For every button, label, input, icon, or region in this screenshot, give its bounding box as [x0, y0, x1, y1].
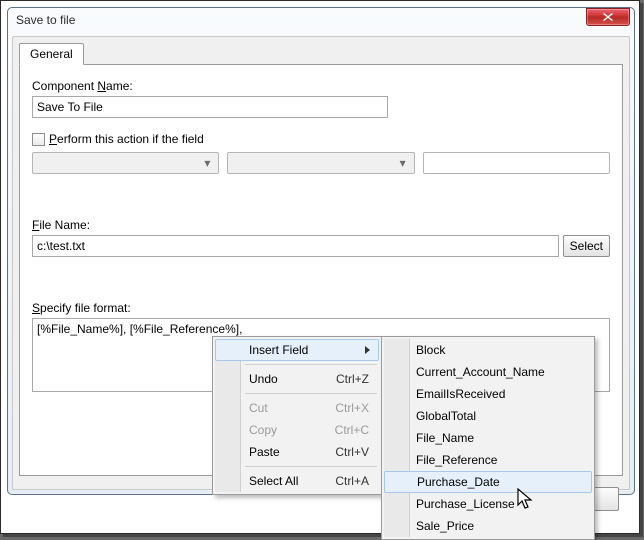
perform-action-label[interactable]: Perform this action if the field — [49, 132, 204, 146]
file-format-label: Specify file format: — [32, 301, 610, 315]
menu-copy[interactable]: Copy Ctrl+C — [215, 419, 379, 441]
menu-insert-field[interactable]: Insert Field — [215, 339, 379, 361]
condition-field-combo[interactable]: ▾ — [32, 152, 219, 174]
menu-undo[interactable]: Undo Ctrl+Z — [215, 368, 379, 390]
field-item-file_reference[interactable]: File_Reference — [384, 449, 592, 471]
perform-action-checkbox[interactable] — [32, 133, 45, 146]
condition-row: ▾ ▾ — [32, 152, 610, 174]
file-name-input[interactable] — [32, 235, 559, 257]
menu-cut[interactable]: Cut Ctrl+X — [215, 397, 379, 419]
titlebar[interactable]: Save to file — [8, 8, 634, 32]
insert-field-submenu: BlockCurrent_Account_NameEmailIsReceived… — [381, 336, 595, 540]
menu-separator — [245, 466, 377, 467]
field-item-sale_price[interactable]: Sale_Price — [384, 515, 592, 537]
condition-op-combo[interactable]: ▾ — [227, 152, 414, 174]
tab-general[interactable]: General — [19, 43, 84, 65]
context-menu: Insert Field Undo Ctrl+Z Cut Ctrl+X Copy… — [212, 336, 382, 495]
file-name-label: File Name: — [32, 218, 610, 232]
field-item-purchase_license[interactable]: Purchase_License — [384, 493, 592, 515]
chevron-down-icon: ▾ — [395, 156, 411, 170]
file-name-row: File Name: Select — [32, 218, 610, 257]
perform-action-row: Perform this action if the field — [32, 132, 610, 146]
outer-frame: Save to file General Component Name: — [0, 0, 640, 534]
component-name-row: Component Name: — [32, 79, 610, 118]
component-name-input[interactable] — [32, 96, 388, 118]
menu-select-all[interactable]: Select All Ctrl+A — [215, 470, 379, 492]
tabstrip: General — [19, 43, 623, 65]
field-item-globaltotal[interactable]: GlobalTotal — [384, 405, 592, 427]
menu-separator — [245, 364, 377, 365]
field-item-file_name[interactable]: File_Name — [384, 427, 592, 449]
component-name-label: Component Name: — [32, 79, 610, 93]
submenu-arrow-icon — [365, 346, 370, 354]
condition-value-input[interactable] — [423, 152, 610, 174]
close-icon — [603, 13, 613, 21]
field-item-block[interactable]: Block — [384, 339, 592, 361]
menu-paste[interactable]: Paste Ctrl+V — [215, 441, 379, 463]
field-item-purchase_date[interactable]: Purchase_Date — [384, 471, 592, 493]
field-item-emailisreceived[interactable]: EmailIsReceived — [384, 383, 592, 405]
field-item-current_account_name[interactable]: Current_Account_Name — [384, 361, 592, 383]
window-title: Save to file — [16, 13, 586, 27]
menu-separator — [245, 393, 377, 394]
chevron-down-icon: ▾ — [199, 156, 215, 170]
close-button[interactable] — [586, 8, 630, 26]
select-file-button[interactable]: Select — [563, 235, 610, 257]
